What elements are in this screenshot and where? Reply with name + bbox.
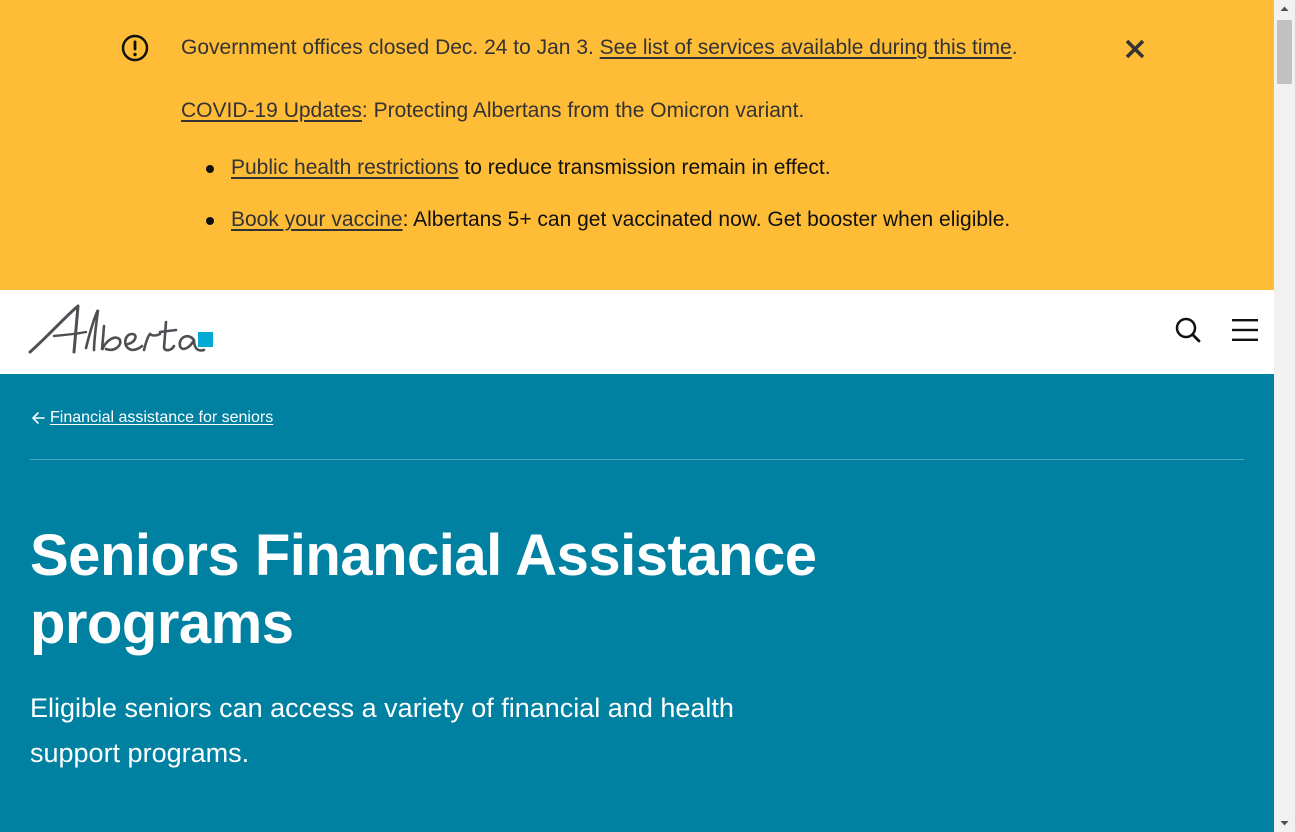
book-vaccine-link[interactable]: Book your vaccine — [231, 208, 403, 231]
services-list-link[interactable]: See list of services available during th… — [600, 36, 1012, 59]
office-closure-notice: Government offices closed Dec. 24 to Jan… — [181, 34, 1018, 62]
hamburger-menu-icon[interactable] — [1230, 316, 1260, 344]
close-icon[interactable] — [1122, 36, 1148, 62]
covid-update-text: : Protecting Albertans from the Omicron … — [361, 99, 805, 122]
list-item-text: to reduce transmission remain in effect. — [458, 156, 831, 179]
hero-section: Financial assistance for seniors Seniors… — [0, 374, 1274, 832]
office-closure-text: Government offices closed Dec. 24 to Jan… — [181, 36, 600, 59]
list-item: Book your vaccine: Albertans 5+ can get … — [206, 206, 1011, 258]
page: Government offices closed Dec. 24 to Jan… — [0, 0, 1274, 832]
divider — [30, 459, 1244, 460]
exclamation-circle-icon — [121, 34, 149, 62]
alert-banner: Government offices closed Dec. 24 to Jan… — [0, 0, 1274, 290]
covid-updates-link[interactable]: COVID-19 Updates — [181, 99, 362, 122]
page-lead: Eligible seniors can access a variety of… — [30, 693, 734, 768]
list-item: Public health restrictions to reduce tra… — [206, 154, 1010, 206]
bullet-icon — [206, 165, 214, 173]
public-health-restrictions-link[interactable]: Public health restrictions — [231, 156, 459, 179]
arrow-left-icon — [32, 412, 45, 424]
office-closure-period: . — [1011, 36, 1018, 59]
alberta-logo[interactable] — [24, 302, 216, 362]
breadcrumb: Financial assistance for seniors — [30, 407, 273, 429]
page-title: Seniors Financial Assistance programs — [30, 523, 817, 656]
search-icon[interactable] — [1174, 316, 1202, 344]
scroll-down-arrow-icon[interactable] — [1274, 814, 1295, 832]
vertical-scrollbar[interactable] — [1274, 0, 1295, 832]
list-item-text: : Albertans 5+ can get vaccinated now. G… — [402, 208, 1011, 231]
covid-update-notice: COVID-19 Updates: Protecting Albertans f… — [181, 97, 804, 125]
scroll-up-arrow-icon[interactable] — [1274, 0, 1295, 18]
site-header — [0, 290, 1274, 374]
scrollbar-thumb[interactable] — [1277, 20, 1292, 84]
alert-bullet-list: Public health restrictions to reduce tra… — [206, 154, 1011, 258]
back-to-financial-assistance-link[interactable]: Financial assistance for seniors — [50, 407, 273, 429]
bullet-icon — [206, 217, 214, 225]
